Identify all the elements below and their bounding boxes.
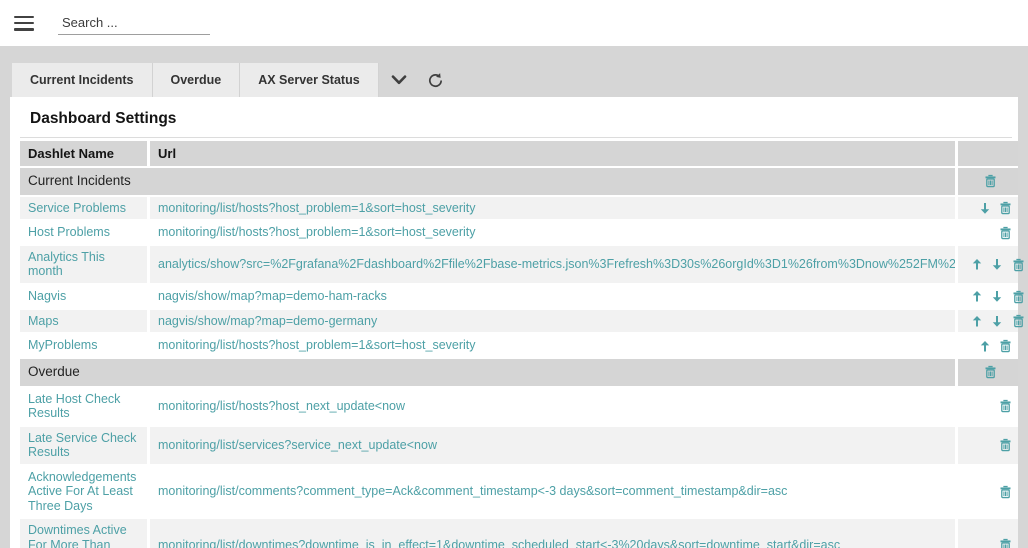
move-down-icon[interactable] <box>979 202 991 215</box>
dashlet-url-link[interactable]: nagvis/show/map?map=demo-germany <box>150 310 958 335</box>
table-row: Nagvis nagvis/show/map?map=demo-ham-rack… <box>20 285 1018 310</box>
search-field-wrap <box>58 12 210 35</box>
column-header-url: Url <box>150 141 958 168</box>
refresh-button[interactable] <box>425 70 446 91</box>
move-down-icon[interactable] <box>991 258 1003 271</box>
tabs-expand-button[interactable] <box>389 73 409 87</box>
dashlet-url-link[interactable]: nagvis/show/map?map=demo-ham-racks <box>150 285 958 310</box>
move-up-icon[interactable] <box>971 258 983 271</box>
delete-dashlet-icon[interactable] <box>999 438 1012 452</box>
dashlet-name-link[interactable]: Acknowledgements Active For At Least Thr… <box>20 466 150 520</box>
dashlet-name-link[interactable]: Late Host Check Results <box>20 388 150 427</box>
delete-dashlet-icon[interactable] <box>1012 258 1025 272</box>
dashlet-name-link[interactable]: MyProblems <box>20 334 150 359</box>
dashlet-name-link[interactable]: Nagvis <box>20 285 150 310</box>
menu-hamburger-icon[interactable] <box>14 16 34 31</box>
dashlet-url-link[interactable]: monitoring/list/hosts?host_problem=1&sor… <box>150 197 958 222</box>
delete-section-icon[interactable] <box>984 174 997 188</box>
dashlet-name-link[interactable]: Late Service Check Results <box>20 427 150 466</box>
search-input[interactable] <box>58 12 210 35</box>
delete-dashlet-icon[interactable] <box>1012 290 1025 304</box>
dashlet-name-link[interactable]: Analytics This month <box>20 246 150 285</box>
dashlet-name-link[interactable]: Downtimes Active For More Than Three Day… <box>20 519 150 548</box>
section-row-current-incidents: Current Incidents <box>20 168 1018 197</box>
dashlet-table: Dashlet Name Url Current Incidents Servi… <box>20 141 1018 548</box>
dashlet-url-link[interactable]: monitoring/list/services?service_next_up… <box>150 427 958 466</box>
top-bar <box>0 0 1028 46</box>
title-divider <box>20 137 1012 138</box>
tab-overdue[interactable]: Overdue <box>153 63 241 97</box>
move-up-icon[interactable] <box>971 290 983 303</box>
tab-ax-server-status[interactable]: AX Server Status <box>240 63 378 97</box>
delete-dashlet-icon[interactable] <box>999 339 1012 353</box>
section-title: Overdue <box>20 359 958 388</box>
delete-dashlet-icon[interactable] <box>1012 314 1025 328</box>
dashlet-url-link[interactable]: monitoring/list/hosts?host_problem=1&sor… <box>150 221 958 246</box>
dashlet-name-link[interactable]: Host Problems <box>20 221 150 246</box>
delete-dashlet-icon[interactable] <box>999 538 1012 548</box>
table-row: Host Problems monitoring/list/hosts?host… <box>20 221 1018 246</box>
table-row: Analytics This month analytics/show?src=… <box>20 246 1018 285</box>
dashboard-tab-bar: Current Incidents Overdue AX Server Stat… <box>12 63 1028 97</box>
dashlet-name-link[interactable]: Service Problems <box>20 197 150 222</box>
move-down-icon[interactable] <box>991 290 1003 303</box>
table-row: Late Host Check Results monitoring/list/… <box>20 388 1018 427</box>
refresh-icon <box>427 72 444 89</box>
section-row-overdue: Overdue <box>20 359 1018 388</box>
dashlet-url-link[interactable]: monitoring/list/comments?comment_type=Ac… <box>150 466 958 520</box>
delete-section-icon[interactable] <box>984 365 997 379</box>
move-down-icon[interactable] <box>991 315 1003 328</box>
delete-dashlet-icon[interactable] <box>999 201 1012 215</box>
dashlet-url-link[interactable]: monitoring/list/hosts?host_problem=1&sor… <box>150 334 958 359</box>
dashlet-name-link[interactable]: Maps <box>20 310 150 335</box>
table-row: MyProblems monitoring/list/hosts?host_pr… <box>20 334 1018 359</box>
dashlet-url-link[interactable]: monitoring/list/downtimes?downtime_is_in… <box>150 519 958 548</box>
page-title: Dashboard Settings <box>30 110 1018 128</box>
delete-dashlet-icon[interactable] <box>999 226 1012 240</box>
move-up-icon[interactable] <box>971 315 983 328</box>
table-row: Downtimes Active For More Than Three Day… <box>20 519 1018 548</box>
column-header-dashlet-name: Dashlet Name <box>20 141 150 168</box>
table-row: Maps nagvis/show/map?map=demo-germany <box>20 310 1018 335</box>
delete-dashlet-icon[interactable] <box>999 485 1012 499</box>
dashlet-url-link[interactable]: analytics/show?src=%2Fgrafana%2Fdashboar… <box>150 246 958 285</box>
dashboard-settings-panel: Dashboard Settings Dashlet Name Url Curr… <box>10 97 1018 548</box>
tab-current-incidents[interactable]: Current Incidents <box>12 63 153 97</box>
dashlet-url-link[interactable]: monitoring/list/hosts?host_next_update<n… <box>150 388 958 427</box>
chevron-down-icon <box>391 75 407 85</box>
table-row: Late Service Check Results monitoring/li… <box>20 427 1018 466</box>
delete-dashlet-icon[interactable] <box>999 399 1012 413</box>
section-title: Current Incidents <box>20 168 958 197</box>
table-row: Service Problems monitoring/list/hosts?h… <box>20 197 1018 222</box>
move-up-icon[interactable] <box>979 340 991 353</box>
column-header-actions <box>958 141 1018 168</box>
table-row: Acknowledgements Active For At Least Thr… <box>20 466 1018 520</box>
table-header-row: Dashlet Name Url <box>20 141 1018 168</box>
